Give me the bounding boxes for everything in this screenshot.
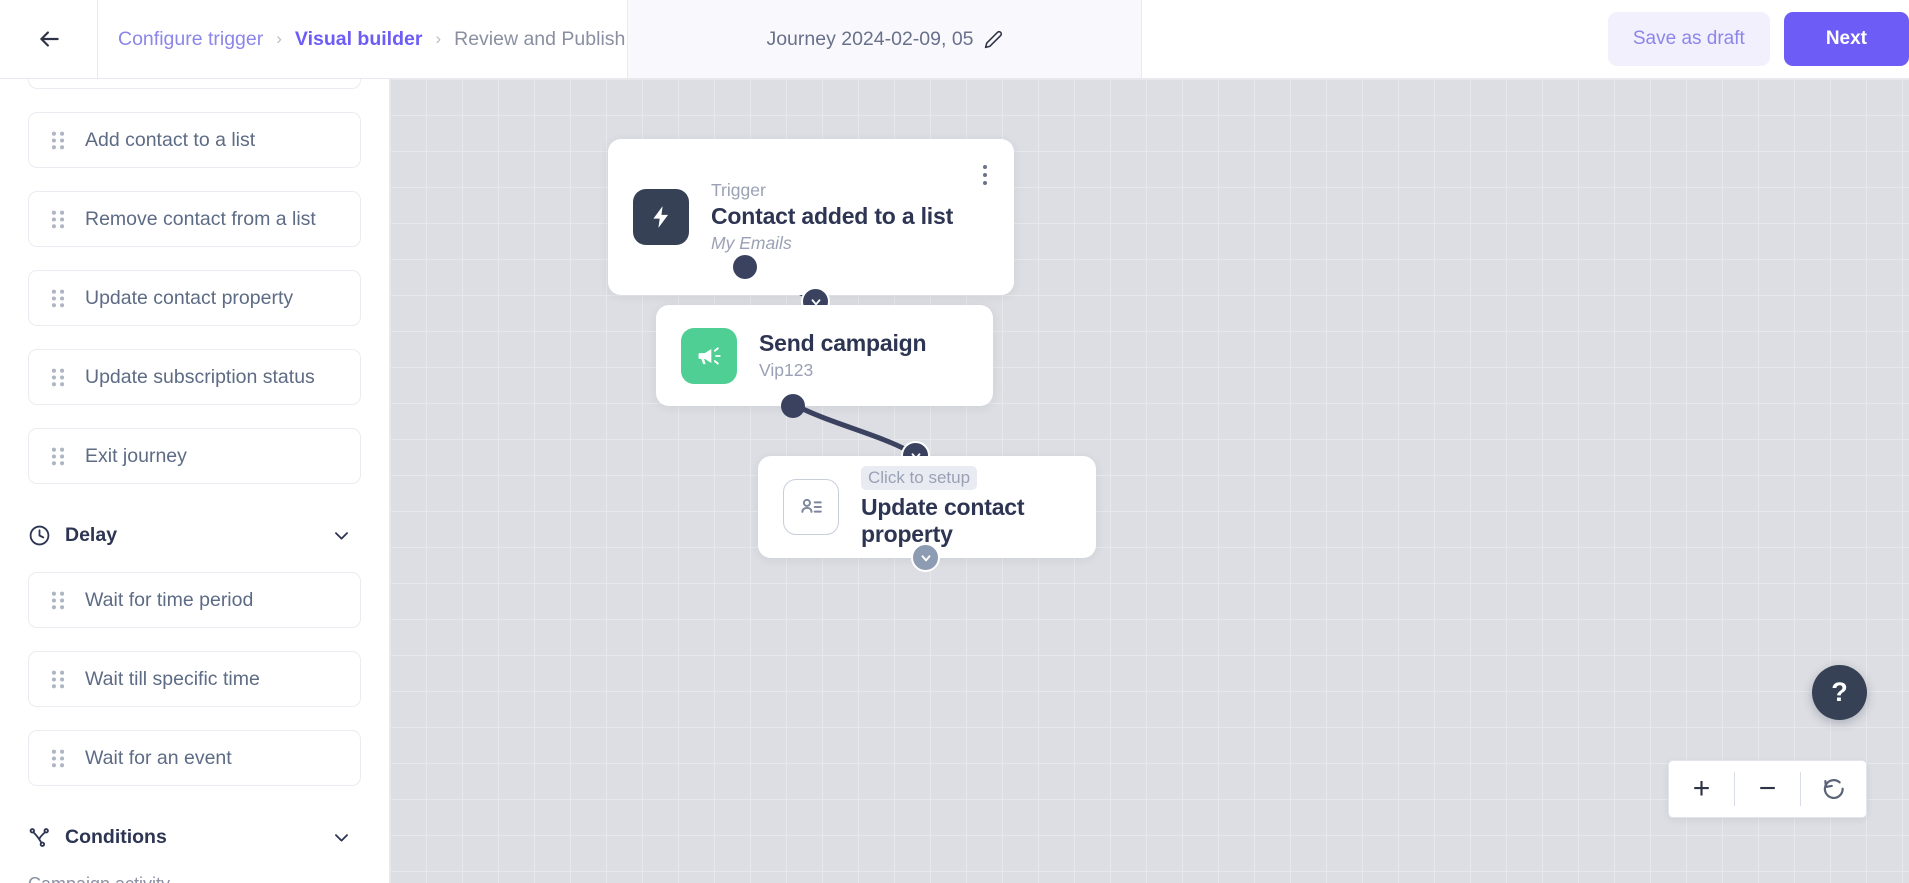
sidebar-item-label: Update contact property <box>85 286 294 309</box>
drag-handle-icon[interactable] <box>51 289 65 308</box>
sidebar-section-title: Delay <box>65 523 118 546</box>
drag-handle-icon[interactable] <box>51 368 65 387</box>
lightning-bolt-icon <box>653 206 669 228</box>
kebab-menu-icon[interactable] <box>983 165 988 189</box>
next-button[interactable]: Next <box>1783 12 1909 66</box>
sidebar-item-label: Update subscription status <box>85 365 315 388</box>
breadcrumb-separator-icon: › <box>276 29 282 48</box>
sidebar-item-label: Wait for an event <box>85 746 232 769</box>
header-actions: Save as draft Next <box>1607 0 1909 78</box>
chevron-down-icon[interactable] <box>332 828 351 847</box>
node-subtitle: My Emails <box>711 233 792 253</box>
breadcrumb-separator-icon: › <box>435 29 442 48</box>
node-trigger-body: Trigger Contact added to a list My Email… <box>711 180 953 254</box>
reset-rotate-icon <box>1823 779 1844 799</box>
arrow-left-icon <box>39 31 59 47</box>
save-as-draft-button[interactable]: Save as draft <box>1607 12 1770 66</box>
sidebar-item-label: Wait for time period <box>85 588 254 611</box>
node-send-campaign[interactable]: Send campaign Vip123 <box>656 305 993 406</box>
node-title: Contact added to a list <box>711 203 954 229</box>
drag-handle-icon[interactable] <box>51 749 65 768</box>
journey-title: Journey 2024-02-09, 05 <box>766 27 974 50</box>
node-kicker: Trigger <box>711 180 766 200</box>
sidebar-section-conditions[interactable]: Conditions <box>28 809 361 865</box>
breadcrumb-configure-trigger[interactable]: Configure trigger <box>118 28 263 51</box>
help-button[interactable]: ? <box>1812 665 1867 720</box>
chevron-down-icon[interactable] <box>332 526 351 545</box>
header-spacer <box>1142 0 1608 78</box>
app-header: Configure trigger › Visual builder › Rev… <box>0 0 1909 79</box>
node-title: Send campaign <box>759 330 927 356</box>
journey-canvas[interactable]: Trigger Contact added to a list My Email… <box>390 79 1909 883</box>
node-subtitle: Vip123 <box>759 360 814 380</box>
sidebar-item-update-contact-property[interactable]: Update contact property <box>28 270 361 326</box>
node-send-campaign-body: Send campaign Vip123 <box>759 330 927 381</box>
zoom-in-button[interactable]: + <box>1669 761 1734 817</box>
node-trigger[interactable]: Trigger Contact added to a list My Email… <box>608 139 1014 295</box>
connector-origin-dot <box>733 255 757 279</box>
drag-handle-icon[interactable] <box>51 591 65 610</box>
sidebar-item-remove-contact-from-a-list[interactable]: Remove contact from a list <box>28 191 361 247</box>
reset-view-button[interactable] <box>1801 761 1866 817</box>
sidebar-section-delay[interactable]: Delay <box>28 507 361 563</box>
pencil-icon[interactable] <box>984 30 1003 49</box>
sidebar-item-wait-for-an-event[interactable]: Wait for an event <box>28 730 361 786</box>
breadcrumb: Configure trigger › Visual builder › Rev… <box>98 0 628 78</box>
actions-sidebar[interactable]: Add contact to a list Remove contact fro… <box>0 79 390 883</box>
zoom-out-button[interactable]: − <box>1735 761 1800 817</box>
breadcrumb-visual-builder[interactable]: Visual builder <box>295 28 423 51</box>
chevron-down-icon <box>921 554 930 561</box>
zoom-controls: + − <box>1668 760 1867 818</box>
sidebar-item-label: Wait till specific time <box>85 667 260 690</box>
connector-origin-dot <box>781 394 805 418</box>
zoom-in-label: + <box>1692 772 1711 805</box>
breadcrumb-review-and-publish[interactable]: Review and Publish <box>454 28 625 51</box>
sidebar-item-label: Add contact to a list <box>85 128 256 151</box>
connector-campaign-to-property <box>790 401 917 457</box>
node-title: Update contact property <box>861 494 1025 547</box>
journey-title-zone: Journey 2024-02-09, 05 <box>628 0 1142 78</box>
sidebar-section-title: Conditions <box>65 825 167 848</box>
node-update-property-body: Click to setup Update contact property <box>861 466 1096 548</box>
sidebar-item-exit-journey[interactable]: Exit journey <box>28 428 361 484</box>
drag-handle-icon[interactable] <box>51 131 65 150</box>
sidebar-item-partial-above[interactable] <box>28 79 361 89</box>
add-step-chevron-below[interactable] <box>911 543 940 572</box>
drag-handle-icon[interactable] <box>51 447 65 466</box>
megaphone-icon <box>698 346 721 365</box>
megaphone-icon-wrap <box>681 327 737 384</box>
contact-card-icon-wrap <box>783 479 839 535</box>
sidebar-item-add-contact-to-a-list[interactable]: Add contact to a list <box>28 112 361 168</box>
drag-handle-icon[interactable] <box>51 210 65 229</box>
sidebar-item-label: Remove contact from a list <box>85 207 316 230</box>
zoom-out-label: − <box>1758 772 1777 805</box>
status-badge: Click to setup <box>861 466 978 490</box>
sidebar-item-wait-for-time-period[interactable]: Wait for time period <box>28 572 361 628</box>
lightning-bolt-icon-wrap <box>633 189 689 245</box>
back-button[interactable] <box>0 0 98 78</box>
sidebar-subsection-campaign-activity[interactable]: Campaign activity <box>28 874 361 883</box>
drag-handle-icon[interactable] <box>51 670 65 689</box>
sidebar-item-label: Exit journey <box>85 444 187 467</box>
clock-icon <box>29 525 50 545</box>
sidebar-item-wait-till-specific-time[interactable]: Wait till specific time <box>28 651 361 707</box>
sidebar-item-update-subscription-status[interactable]: Update subscription status <box>28 349 361 405</box>
branch-icon <box>29 827 49 847</box>
contact-card-icon <box>801 498 822 513</box>
